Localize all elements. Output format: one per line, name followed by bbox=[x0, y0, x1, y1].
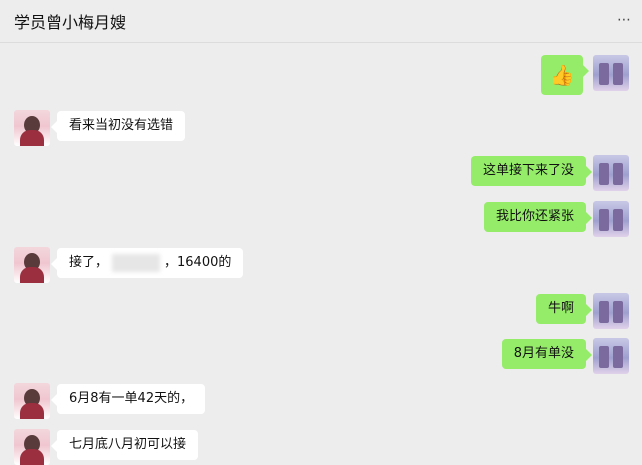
message-bubble[interactable]: 接了， ，16400的 bbox=[50, 248, 244, 278]
message-row: 牛啊 bbox=[0, 293, 642, 329]
avatar-self[interactable] bbox=[593, 293, 629, 329]
more-icon[interactable]: ⋯ bbox=[617, 12, 632, 28]
message-row: 这单接下来了没 bbox=[0, 155, 642, 191]
message-bubble[interactable]: 8月有单没 bbox=[501, 339, 593, 369]
message-row: 👍 bbox=[0, 55, 642, 95]
message-text-prefix: 接了， bbox=[69, 255, 109, 270]
message-bubble[interactable]: 这单接下来了没 bbox=[470, 156, 593, 186]
message-row: 看来当初没有选错 bbox=[0, 110, 642, 146]
avatar-self[interactable] bbox=[593, 201, 629, 237]
avatar-other[interactable] bbox=[14, 383, 50, 419]
message-row: 七月底八月初可以接 bbox=[0, 429, 642, 465]
chat-header: 学员曾小梅月嫂 ⋯ bbox=[0, 0, 642, 43]
message-row: 接了， ，16400的 bbox=[0, 247, 642, 283]
thumbs-up-icon[interactable]: 👍 bbox=[541, 55, 589, 95]
redacted-area bbox=[112, 253, 161, 272]
message-row: 6月8有一单42天的， bbox=[0, 383, 642, 419]
message-text-suffix: ，16400的 bbox=[164, 255, 232, 270]
avatar-other[interactable] bbox=[14, 247, 50, 283]
message-row: 8月有单没 bbox=[0, 338, 642, 374]
message-bubble[interactable]: 6月8有一单42天的， bbox=[50, 384, 206, 414]
message-bubble[interactable]: 七月底八月初可以接 bbox=[50, 430, 199, 460]
avatar-other[interactable] bbox=[14, 429, 50, 465]
avatar-self[interactable] bbox=[593, 155, 629, 191]
chat-title: 学员曾小梅月嫂 bbox=[14, 13, 127, 32]
avatar-self[interactable] bbox=[593, 338, 629, 374]
message-bubble[interactable]: 牛啊 bbox=[535, 294, 593, 324]
message-bubble[interactable]: 我比你还紧张 bbox=[483, 202, 593, 232]
message-row: 我比你还紧张 bbox=[0, 201, 642, 237]
avatar-other[interactable] bbox=[14, 110, 50, 146]
avatar-self[interactable] bbox=[593, 55, 629, 91]
message-bubble[interactable]: 看来当初没有选错 bbox=[50, 111, 186, 141]
